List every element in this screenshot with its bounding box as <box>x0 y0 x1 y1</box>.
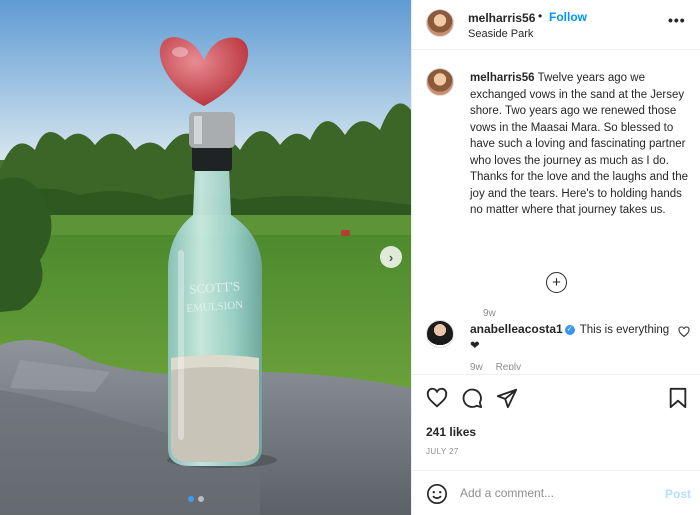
like-comment-heart-icon[interactable] <box>678 326 690 338</box>
comment-text: anabelleacosta1 ✓ This is everything ❤ <box>470 321 670 354</box>
post-username[interactable]: melharris56 <box>468 11 535 25</box>
verified-badge-icon: ✓ <box>564 324 575 335</box>
post-actions: 241 likes JULY 27 <box>412 374 700 470</box>
post-location[interactable]: Seaside Park <box>468 28 533 40</box>
carousel-next-button[interactable]: › <box>380 246 402 268</box>
caption-timestamp: 9w <box>483 308 496 319</box>
share-icon[interactable] <box>496 387 518 409</box>
reply-button[interactable]: Reply <box>496 362 522 370</box>
save-bookmark-icon[interactable] <box>668 387 688 409</box>
follow-button[interactable]: Follow <box>549 10 587 24</box>
avatar[interactable] <box>426 68 454 96</box>
heart-emoji: ❤ <box>470 340 480 352</box>
post-photo[interactable]: SCOTT'S EMULSION › <box>0 0 411 515</box>
post-date: JULY 27 <box>426 447 459 456</box>
carousel-dots <box>188 496 204 502</box>
like-heart-icon[interactable] <box>426 387 448 409</box>
bottle-photo: SCOTT'S EMULSION <box>0 0 411 515</box>
avatar[interactable] <box>426 320 454 348</box>
caption-username[interactable]: melharris56 <box>470 72 535 84</box>
add-comment-input[interactable] <box>460 483 650 503</box>
comment-username[interactable]: anabelleacosta1 <box>470 322 563 336</box>
caption-body: Twelve years ago we exchanged vows in th… <box>470 72 689 216</box>
likes-count[interactable]: 241 likes <box>426 425 476 439</box>
carousel-dot <box>198 496 204 502</box>
caption-text: melharris56 Twelve years ago we exchange… <box>470 70 695 219</box>
post-header: melharris56 • Follow Seaside Park ••• <box>412 0 700 50</box>
load-more-comments-icon[interactable]: + <box>546 272 567 293</box>
post-comment-button[interactable]: Post <box>665 487 691 501</box>
comment-timestamp: 9w <box>470 362 483 370</box>
comment-icon[interactable] <box>461 387 483 409</box>
comment-meta: 9w Reply <box>470 362 531 370</box>
more-horizontal-icon[interactable]: ••• <box>668 12 686 28</box>
post-side-panel: melharris56 • Follow Seaside Park ••• me… <box>411 0 700 515</box>
carousel-dot-active <box>188 496 194 502</box>
separator-dot: • <box>538 9 543 23</box>
comment-body: This is everything <box>579 324 670 336</box>
emoji-smile-icon[interactable] <box>426 483 448 505</box>
avatar[interactable] <box>426 9 454 37</box>
add-comment-bar: Post <box>412 470 700 515</box>
comment-item: anabelleacosta1 ✓ This is everything ❤ 9w… <box>426 320 696 370</box>
